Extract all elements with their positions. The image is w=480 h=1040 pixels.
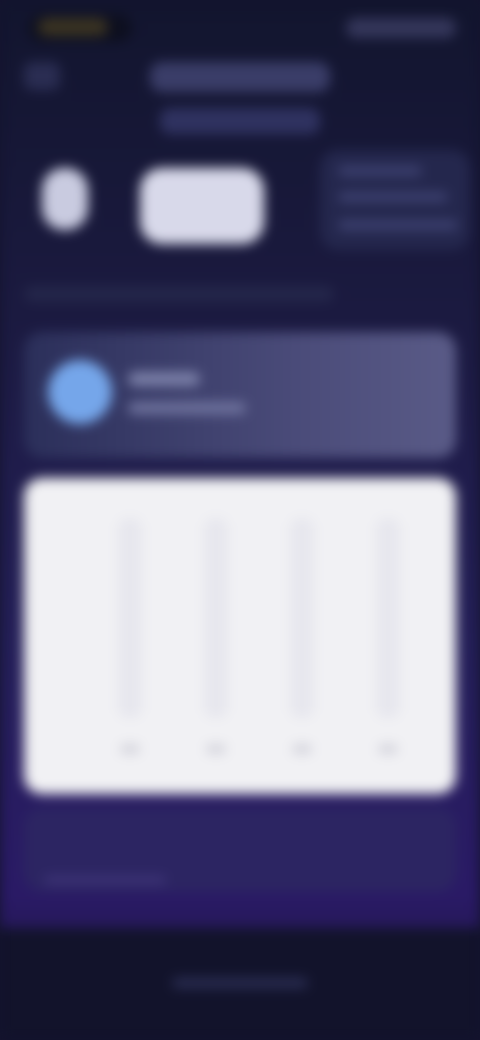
stat-line <box>338 166 422 176</box>
status-bar <box>0 0 480 56</box>
location-title <box>150 62 330 92</box>
weather-icon <box>42 168 88 230</box>
axis-mark <box>378 744 398 754</box>
stat-line <box>338 220 458 230</box>
forecast-column <box>118 518 142 718</box>
status-left-indicator <box>38 18 108 36</box>
home-indicator[interactable] <box>172 978 308 988</box>
alert-title <box>128 372 200 386</box>
axis-mark <box>120 744 140 754</box>
bottom-line <box>44 876 166 884</box>
forecast-column <box>204 518 228 718</box>
forecast-column <box>376 518 400 718</box>
forecast-panel[interactable] <box>24 478 456 794</box>
temperature-display <box>140 168 264 244</box>
summary-line <box>24 286 334 302</box>
alert-subtitle <box>128 402 246 414</box>
alert-avatar-icon <box>48 360 112 424</box>
app-screen <box>0 0 480 1040</box>
stat-line <box>338 192 448 202</box>
forecast-column <box>290 518 314 718</box>
location-subtitle <box>160 108 320 134</box>
status-icons <box>346 18 456 38</box>
back-icon[interactable] <box>24 62 60 90</box>
axis-mark <box>206 744 226 754</box>
weather-stats <box>320 150 470 250</box>
axis-mark <box>292 744 312 754</box>
